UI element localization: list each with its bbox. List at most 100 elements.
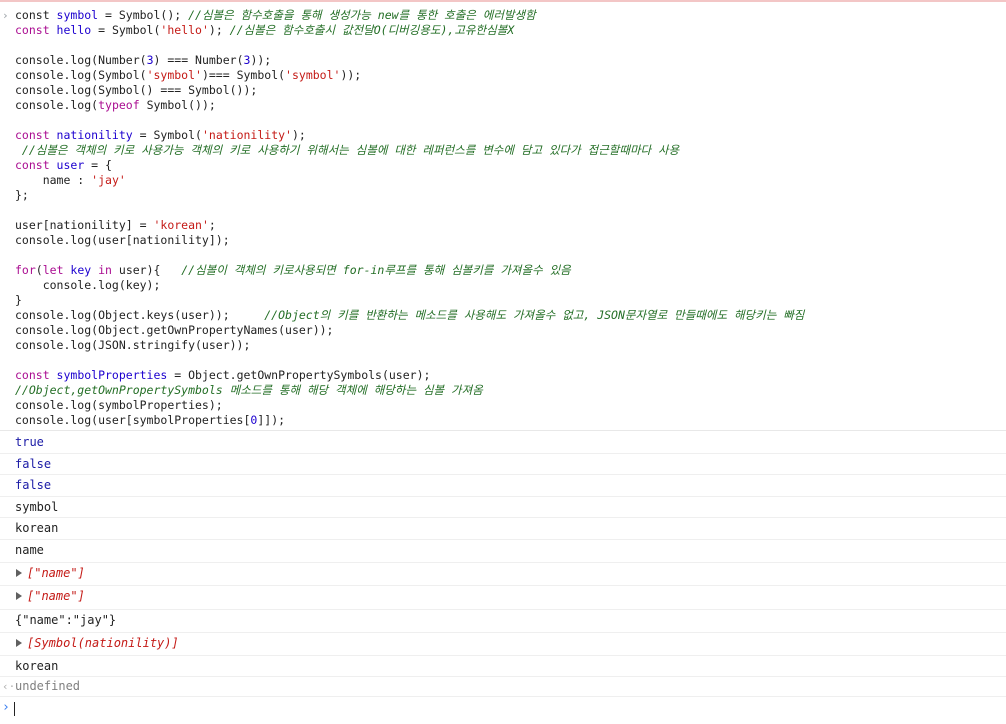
- code-token: 'symbol': [285, 68, 341, 82]
- top-separator: [0, 0, 1006, 5]
- code-token: symbol: [56, 8, 99, 22]
- code-line: console.log(Symbol('symbol')=== Symbol('…: [15, 68, 361, 83]
- code-line: console.log(user[nationility]);: [15, 233, 230, 248]
- code-token: ) === Number(: [153, 53, 244, 67]
- code-line: console.log(Object.keys(user)); //Object…: [15, 308, 804, 323]
- text-caret: [14, 702, 15, 716]
- expand-triangle-icon[interactable]: [16, 639, 22, 647]
- code-token: hello: [56, 23, 92, 37]
- log-value: [Symbol(nationility)]: [27, 636, 179, 650]
- log-value: false: [15, 478, 52, 492]
- code-line: name : 'jay': [15, 173, 126, 188]
- code-token: typeof: [98, 98, 140, 112]
- code-token: //Object의 키를 반환하는 메소드를 사용해도 가져올수 없고, JSO…: [264, 308, 805, 322]
- input-chevron-icon: ›: [2, 700, 10, 715]
- code-token: console.log(symbolProperties);: [15, 398, 223, 412]
- code-line: const hello = Symbol('hello'); //심볼은 함수호…: [15, 23, 514, 38]
- code-token: Symbol());: [139, 98, 216, 112]
- code-token: );: [208, 23, 230, 37]
- code-token: = Object.getOwnPropertySymbols(user);: [167, 368, 431, 382]
- console-log-row: false: [0, 454, 1006, 475]
- console-log-row: korean: [0, 656, 1006, 677]
- code-line: console.log(JSON.stringify(user));: [15, 338, 250, 353]
- code-token: console.log(Object.getOwnPropertyNames(u…: [15, 323, 334, 337]
- result-value: undefined: [15, 679, 81, 693]
- code-token: console.log(user[nationility]);: [15, 233, 230, 247]
- code-line: console.log(typeof Symbol());: [15, 98, 216, 113]
- code-line: console.log(key);: [15, 278, 161, 293]
- console-log-row[interactable]: ["name"]: [0, 586, 1006, 610]
- code-line: console.log(Number(3) === Number(3));: [15, 53, 271, 68]
- console-prompt-row[interactable]: ›: [0, 697, 1006, 724]
- code-token: ));: [250, 53, 272, 67]
- code-token: 'hello': [160, 23, 209, 37]
- code-token: console.log(Symbol() === Symbol());: [15, 83, 258, 97]
- code-line: const symbol = Symbol(); //심볼은 함수호출을 통해 …: [15, 8, 536, 23]
- console-log-row: true: [0, 432, 1006, 454]
- log-value: {"name":"jay"}: [15, 613, 117, 627]
- expand-triangle-icon[interactable]: [16, 592, 22, 600]
- code-line: };: [15, 188, 29, 203]
- log-value: korean: [15, 659, 59, 673]
- code-token: in: [91, 263, 112, 277]
- code-token: )=== Symbol(: [201, 68, 286, 82]
- code-token: user: [56, 158, 85, 172]
- console-result-row: ‹· undefined: [0, 677, 1006, 697]
- code-token: 'korean': [153, 218, 209, 232]
- code-line: //Object,getOwnPropertySymbols 메소드를 통해 해…: [15, 383, 483, 398]
- console-log-row[interactable]: [Symbol(nationility)]: [0, 633, 1006, 656]
- expand-triangle-icon[interactable]: [16, 569, 22, 577]
- code-token: //Object,getOwnPropertySymbols 메소드를 통해 해…: [15, 383, 483, 397]
- code-token: 'symbol': [146, 68, 202, 82]
- code-token: );: [291, 128, 306, 142]
- log-value: ["name"]: [27, 566, 85, 580]
- code-line: const user = {: [15, 158, 112, 173]
- code-token: ]]);: [257, 413, 286, 427]
- log-value: korean: [15, 521, 59, 535]
- code-token: let: [42, 263, 71, 277]
- console-log-row: korean: [0, 518, 1006, 540]
- code-line: const nationility = Symbol('nationility'…: [15, 128, 306, 143]
- code-line: //심볼은 객체의 키로 사용가능 객체의 키로 사용하기 위해서는 심볼에 대…: [15, 143, 679, 158]
- code-line: console.log(symbolProperties);: [15, 398, 223, 413]
- console-input-echo[interactable]: › const symbol = Symbol(); //심볼은 함수호출을 통…: [0, 7, 1006, 431]
- code-token: key: [70, 263, 92, 277]
- console-log-row: false: [0, 475, 1006, 497]
- code-token: console.log(key);: [15, 278, 161, 292]
- code-line: const symbolProperties = Object.getOwnPr…: [15, 368, 430, 383]
- code-line: }: [15, 293, 22, 308]
- code-token: //심볼은 함수호출시 값전달O(디버깅용도),고유한심볼X: [229, 23, 515, 37]
- code-token: symbolProperties: [56, 368, 168, 382]
- code-token: nationility: [56, 128, 133, 142]
- code-token: console.log(user[symbolProperties[: [15, 413, 251, 427]
- code-token: 'jay': [91, 173, 126, 187]
- code-token: //심볼은 함수호출을 통해 생성가능 new를 통한 호출은 에러발생함: [188, 8, 536, 22]
- code-token: console.log(Symbol(: [15, 68, 147, 82]
- result-arrow-icon: ‹·: [2, 680, 16, 693]
- code-token: const: [15, 128, 57, 142]
- code-token: const: [15, 8, 57, 22]
- code-token: };: [15, 188, 29, 202]
- code-token: ;: [208, 218, 216, 232]
- code-token: 3: [146, 53, 154, 67]
- console-log-row: symbol: [0, 497, 1006, 518]
- code-token: ));: [340, 68, 362, 82]
- code-token: console.log(: [15, 98, 99, 112]
- code-token: name :: [15, 173, 92, 187]
- code-line: console.log(Symbol() === Symbol());: [15, 83, 257, 98]
- console-log-row[interactable]: ["name"]: [0, 563, 1006, 586]
- code-token: = Symbol(: [132, 128, 202, 142]
- code-token: }: [15, 293, 22, 307]
- code-line: for(let key in user){ //심볼이 객체의 키로사용되면 f…: [15, 263, 571, 278]
- code-token: user[nationility] =: [15, 218, 154, 232]
- code-token: = {: [84, 158, 112, 172]
- log-value: symbol: [15, 500, 59, 514]
- code-token: 'nationility': [201, 128, 292, 142]
- code-token: //심볼은 객체의 키로 사용가능 객체의 키로 사용하기 위해서는 심볼에 대…: [15, 143, 680, 157]
- chevron-right-icon: ›: [2, 9, 9, 22]
- code-token: const: [15, 23, 57, 37]
- code-token: const: [15, 158, 57, 172]
- code-token: console.log(Object.keys(user));: [15, 308, 265, 322]
- code-token: console.log(JSON.stringify(user));: [15, 338, 251, 352]
- code-line: user[nationility] = 'korean';: [15, 218, 216, 233]
